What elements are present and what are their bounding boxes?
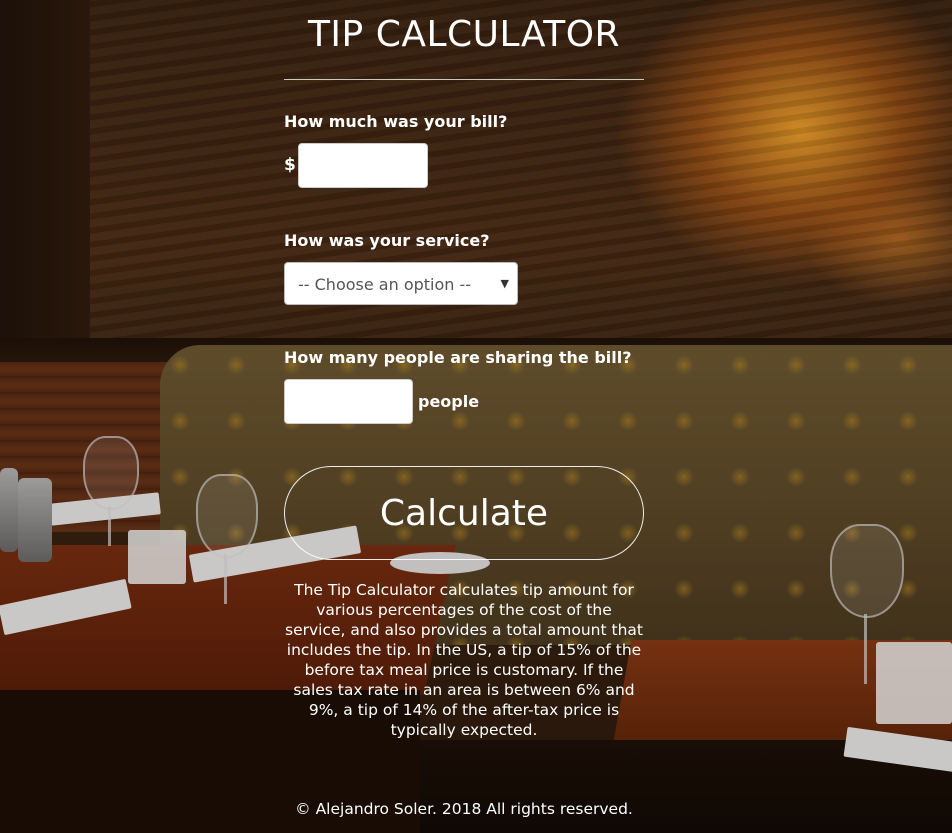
service-quality-select[interactable]: -- Choose an option -- ▼ [284,262,518,305]
description-text: The Tip Calculator calculates tip amount… [285,581,643,739]
bill-amount-input[interactable] [298,143,428,188]
service-question-label: How was your service? [284,231,490,250]
title-divider [284,79,644,80]
people-suffix-label: people [418,392,480,411]
people-count-input[interactable] [284,379,413,424]
footer-copyright: © Alejandro Soler. 2018 All rights reser… [295,800,633,818]
bill-question-label: How much was your bill? [284,112,508,131]
people-question-label: How many people are sharing the bill? [284,348,632,367]
calculate-button[interactable]: Calculate [284,466,644,560]
currency-symbol: $ [284,155,296,175]
service-selected-option: -- Choose an option -- [298,275,472,294]
page-title: TIP CALCULATOR [307,14,621,55]
caret-down-icon: ▼ [500,277,509,290]
